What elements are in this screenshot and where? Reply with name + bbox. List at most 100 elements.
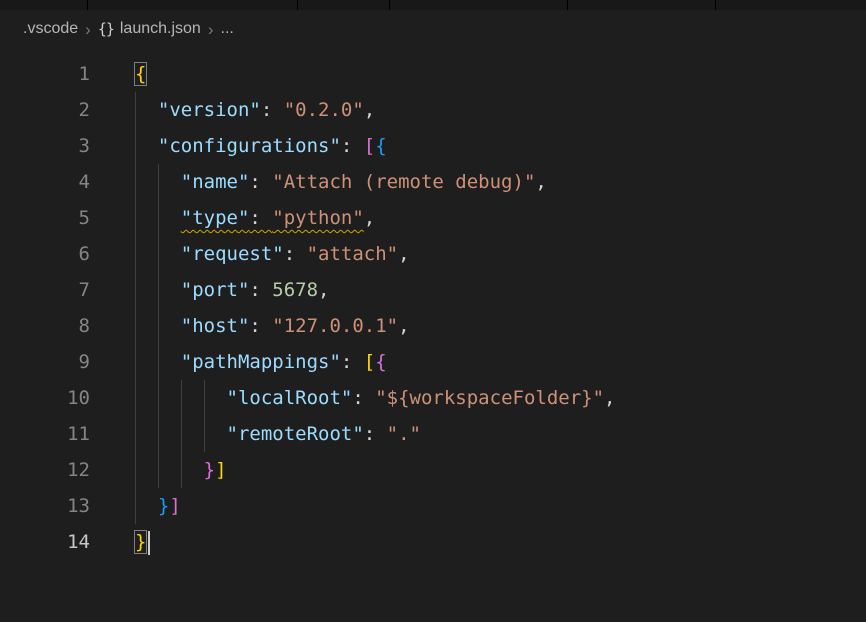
code-token: "." [387, 423, 421, 445]
breadcrumb-item[interactable]: .vscode [23, 20, 78, 38]
indent-guide [135, 128, 158, 164]
tab-stub[interactable] [390, 0, 568, 10]
line-number[interactable]: 13 [0, 488, 90, 524]
indent-guide [135, 164, 158, 200]
code-line[interactable]: 2 "version": "0.2.0", [0, 92, 866, 128]
code-token: , [364, 99, 375, 121]
code-token: : [261, 99, 284, 121]
indent-guide [135, 416, 158, 452]
code-line[interactable]: 14} [0, 524, 866, 560]
code-token: "attach" [307, 243, 399, 265]
code-line[interactable]: 6"request": "attach", [0, 236, 866, 272]
code-line[interactable]: 5"type": "python", [0, 200, 866, 236]
code-line[interactable]: 8"host": "127.0.0.1", [0, 308, 866, 344]
breadcrumb-item[interactable]: ... [221, 20, 234, 38]
code-token: : [352, 387, 375, 409]
line-number[interactable]: 9 [0, 344, 90, 380]
line-content: "remoteRoot": "." [90, 416, 421, 452]
code-token: : [341, 135, 364, 157]
line-number[interactable]: 5 [0, 200, 90, 236]
code-token: : [249, 279, 272, 301]
line-number[interactable]: 1 [0, 56, 90, 92]
tab-stub[interactable] [0, 0, 88, 10]
indent-guide [135, 92, 158, 128]
code-token: : [284, 243, 307, 265]
tab-bar [0, 0, 866, 10]
indent-guide [158, 308, 181, 344]
indent-guide [135, 308, 158, 344]
line-content: "type": "python", [90, 200, 375, 236]
indent-guide [181, 416, 204, 452]
code-token: ] [169, 495, 180, 517]
line-number[interactable]: 3 [0, 128, 90, 164]
code-token: "python" [272, 207, 364, 229]
indent-guide [158, 272, 181, 308]
line-content: "configurations": [{ [90, 128, 387, 164]
code-line[interactable]: 10"localRoot": "${workspaceFolder}", [0, 380, 866, 416]
code-line[interactable]: 4"name": "Attach (remote debug)", [0, 164, 866, 200]
line-number[interactable]: 6 [0, 236, 90, 272]
text-cursor [148, 531, 150, 555]
code-token: "pathMappings" [181, 351, 341, 373]
code-token: { [135, 63, 146, 85]
indent-guide [158, 344, 181, 380]
code-token: : [364, 423, 387, 445]
line-content: }] [90, 488, 181, 524]
tab-stub[interactable] [716, 0, 866, 10]
code-token: "0.2.0" [284, 99, 364, 121]
code-token: : [341, 351, 364, 373]
editor[interactable]: 1{2"version": "0.2.0",3"configurations":… [0, 48, 866, 560]
code-token: ] [215, 459, 226, 481]
code-token: } [158, 495, 169, 517]
line-number[interactable]: 2 [0, 92, 90, 128]
code-line[interactable]: 3"configurations": [{ [0, 128, 866, 164]
code-token: "configurations" [158, 135, 341, 157]
code-line[interactable]: 13}] [0, 488, 866, 524]
breadcrumb-item[interactable]: {}launch.json [98, 20, 201, 38]
indent-guide [181, 380, 204, 416]
code-token: "request" [181, 243, 284, 265]
code-token: "remoteRoot" [227, 423, 364, 445]
line-content: } [90, 524, 150, 560]
indent-guide [135, 380, 158, 416]
tab-stub[interactable] [298, 0, 390, 10]
code-token: "name" [181, 171, 250, 193]
tab-stub[interactable] [568, 0, 716, 10]
code-token: { [375, 351, 386, 373]
line-number[interactable]: 12 [0, 452, 90, 488]
code-token: "port" [181, 279, 250, 301]
code-line[interactable]: 7 "port": 5678, [0, 272, 866, 308]
code-line[interactable]: 12}] [0, 452, 866, 488]
indent-guide [158, 380, 181, 416]
indent-guide [158, 236, 181, 272]
code-line[interactable]: 1{ [0, 56, 866, 92]
breadcrumb-label: .vscode [23, 20, 78, 38]
indent-guide [181, 452, 204, 488]
line-content: "localRoot": "${workspaceFolder}", [90, 380, 615, 416]
breadcrumb-separator-icon: › [208, 21, 214, 38]
line-number[interactable]: 7 [0, 272, 90, 308]
code-token: "localRoot" [227, 387, 353, 409]
indent-guide [135, 344, 158, 380]
code-token: 5678 [272, 279, 318, 301]
line-number[interactable]: 8 [0, 308, 90, 344]
code-token: "127.0.0.1" [272, 315, 398, 337]
code-token: "host" [181, 315, 250, 337]
code-line[interactable]: 11"remoteRoot": "." [0, 416, 866, 452]
code-line[interactable]: 9"pathMappings": [{ [0, 344, 866, 380]
code-token: [ [364, 135, 375, 157]
code-token: "${workspaceFolder}" [375, 387, 604, 409]
code-token: , [318, 279, 329, 301]
line-content: "request": "attach", [90, 236, 410, 272]
code-token: "version" [158, 99, 261, 121]
breadcrumb-separator-icon: › [85, 21, 91, 38]
line-content: "host": "127.0.0.1", [90, 308, 410, 344]
code-token: , [398, 315, 409, 337]
indent-guide [135, 236, 158, 272]
line-number[interactable]: 14 [0, 524, 90, 560]
tab-stub[interactable] [88, 0, 298, 10]
indent-guide [204, 416, 227, 452]
line-number[interactable]: 4 [0, 164, 90, 200]
line-number[interactable]: 10 [0, 380, 90, 416]
line-number[interactable]: 11 [0, 416, 90, 452]
